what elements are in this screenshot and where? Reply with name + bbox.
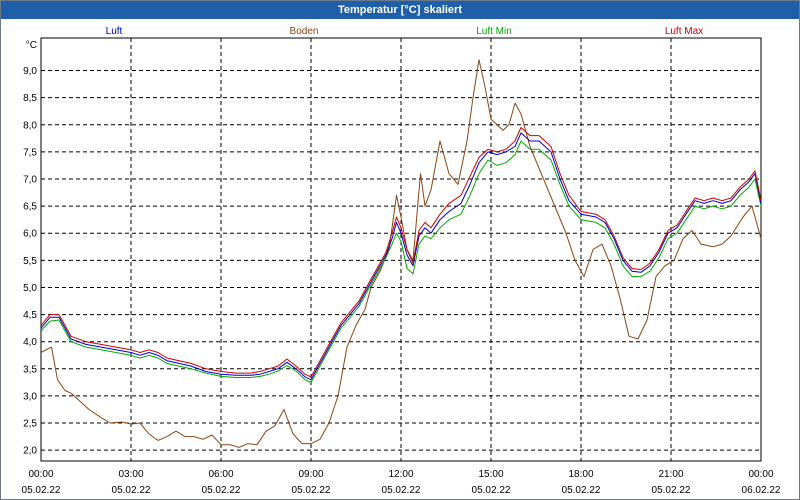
y-tick-label: 2,0 [23,446,37,457]
x-tick-time: 15:00 [478,469,503,480]
x-tick-time: 09:00 [298,469,323,480]
y-tick-label: 5,0 [23,283,37,294]
x-tick-time: 06:00 [208,469,233,480]
x-tick-date: 05.02.22 [292,485,331,496]
legend-entry: Luft Max [665,26,703,37]
x-tick-date: 05.02.22 [652,485,691,496]
legend-entry: Luft Min [476,26,512,37]
y-tick-label: 8,5 [23,93,37,104]
chart-window: Temperatur [°C] skaliert 2,0 2,5 3,0 3,5 4,0… [0,0,800,500]
x-tick-date: 05.02.22 [202,485,241,496]
y-tick-label: 5,5 [23,256,37,267]
legend-entry: Boden [290,26,319,37]
y-tick-label: 7,0 [23,175,37,186]
y-tick-label: 7,5 [23,147,37,158]
x-tick-time: 21:00 [658,469,683,480]
y-tick-label: 6,0 [23,229,37,240]
x-tick-date: 05.02.22 [562,485,601,496]
x-tick-date: 06.02.22 [742,485,781,496]
x-tick-time: 00:00 [28,469,53,480]
x-tick-time: 03:00 [118,469,143,480]
y-axis-label: °C [26,40,37,51]
legend-entry: Luft [106,26,123,37]
y-tick-label: 4,5 [23,310,37,321]
x-tick-time: 00:00 [748,469,773,480]
x-tick-date: 05.02.22 [112,485,151,496]
x-tick-time: 12:00 [388,469,413,480]
x-tick-date: 05.02.22 [382,485,421,496]
y-tick-label: 2,5 [23,419,37,430]
x-tick-time: 18:00 [568,469,593,480]
y-tick-label: 6,5 [23,202,37,213]
y-tick-label: 3,5 [23,364,37,375]
x-tick-date: 05.02.22 [22,485,61,496]
y-tick-label: 3,0 [23,391,37,402]
y-tick-label: 8,0 [23,120,37,131]
x-tick-date: 05.02.22 [472,485,511,496]
y-tick-label: 4,0 [23,337,37,348]
y-tick-label: 9,0 [23,66,37,77]
temperature-chart: 2,0 2,5 3,0 3,5 4,0 4,5 5,0 5,5 6,0 6,5 7,0 7,5 8,0 8… [22,26,781,496]
